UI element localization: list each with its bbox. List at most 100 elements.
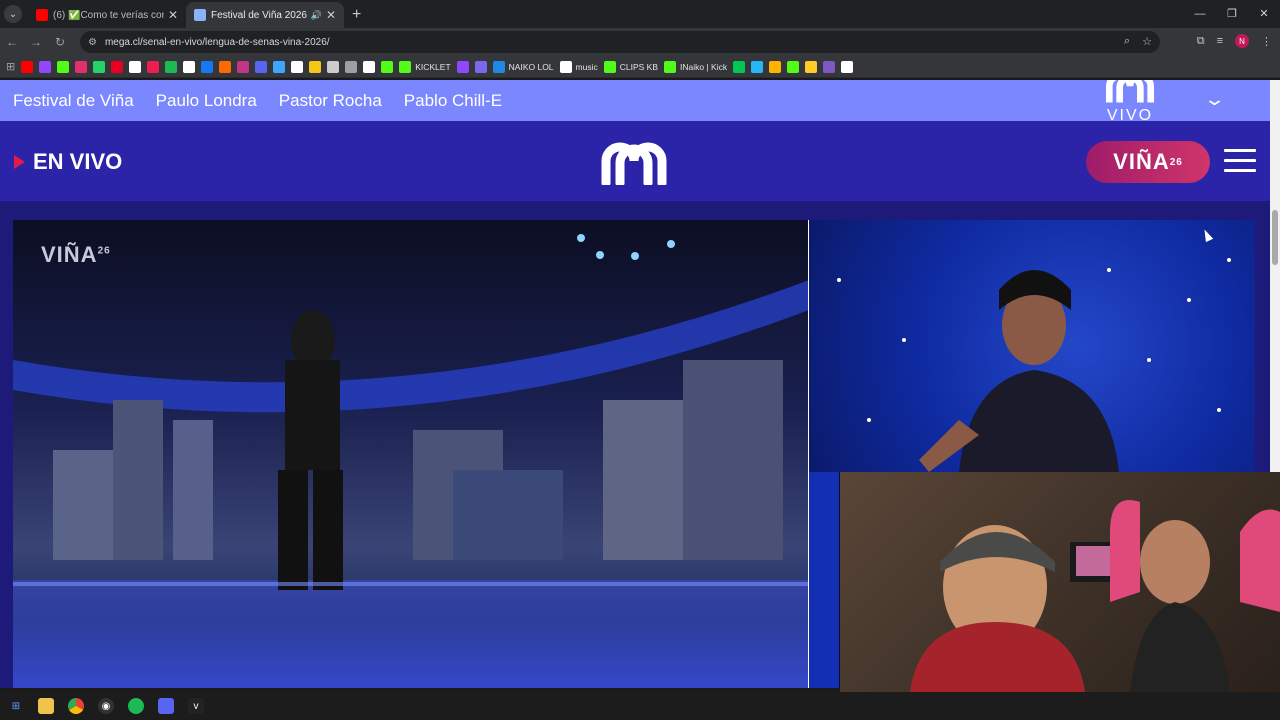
bookmark-item[interactable] bbox=[769, 60, 782, 73]
obs-icon[interactable]: ◉ bbox=[98, 698, 114, 714]
nav-link-paulo-londra[interactable]: Paulo Londra bbox=[156, 91, 257, 111]
concert-stage-image bbox=[13, 234, 808, 688]
bookmark-item[interactable] bbox=[57, 60, 70, 73]
nav-link-festival-vina[interactable]: Festival de Viña bbox=[13, 91, 134, 111]
tab-close-icon[interactable]: ✕ bbox=[326, 8, 336, 22]
tab-close-icon[interactable]: ✕ bbox=[168, 8, 178, 22]
close-window-icon[interactable]: ✕ bbox=[1248, 0, 1280, 28]
bookmark-item[interactable]: NAIKO LOL bbox=[492, 60, 554, 73]
mega-logo-icon[interactable] bbox=[600, 139, 668, 185]
bookmark-item[interactable] bbox=[183, 60, 196, 73]
bookmark-item[interactable] bbox=[309, 60, 322, 73]
apps-grid-icon[interactable]: ⊞ bbox=[6, 60, 15, 73]
bookmark-item[interactable] bbox=[474, 60, 487, 73]
bookmark-item[interactable] bbox=[255, 60, 268, 73]
zoom-icon[interactable]: ⌕ bbox=[1124, 35, 1130, 48]
back-icon[interactable]: ← bbox=[0, 35, 24, 49]
vina26-badge[interactable]: VIÑA 26 bbox=[1086, 141, 1210, 183]
bookmark-item[interactable] bbox=[21, 60, 34, 73]
bookmark-item[interactable] bbox=[733, 60, 746, 73]
bookmark-item[interactable] bbox=[787, 60, 800, 73]
bookmark-item[interactable] bbox=[165, 60, 178, 73]
bookmark-star-icon[interactable]: ☆ bbox=[1142, 35, 1152, 48]
bookmark-item[interactable] bbox=[273, 60, 286, 73]
bookmark-favicon-icon bbox=[273, 60, 286, 73]
bookmark-item[interactable] bbox=[381, 60, 394, 73]
interpreter-image bbox=[837, 258, 1231, 472]
bookmark-favicon-icon bbox=[327, 60, 340, 73]
kebab-menu-icon[interactable]: ⋮ bbox=[1261, 35, 1272, 48]
windows-start-icon[interactable]: ⊞ bbox=[8, 698, 24, 714]
scroll-thumb[interactable] bbox=[1272, 210, 1278, 265]
site-header: EN VIVO VIÑA 26 bbox=[0, 121, 1270, 201]
nav-link-pastor-rocha[interactable]: Pastor Rocha bbox=[279, 91, 382, 111]
webcam-overlay bbox=[840, 472, 1280, 692]
spotify-icon[interactable] bbox=[128, 698, 144, 714]
url-text[interactable]: mega.cl/senal-en-vivo/lengua-de-senas-vi… bbox=[105, 37, 330, 48]
forward-icon[interactable]: → bbox=[24, 35, 48, 49]
tab-search-icon[interactable]: ⌄ bbox=[4, 5, 22, 23]
minimize-icon[interactable]: — bbox=[1184, 0, 1216, 28]
chrome-icon[interactable] bbox=[68, 698, 84, 714]
site-info-icon[interactable]: ⚙ bbox=[88, 37, 97, 48]
profile-avatar[interactable]: N bbox=[1235, 34, 1249, 48]
bookmark-item[interactable] bbox=[219, 60, 232, 73]
bookmark-item[interactable] bbox=[751, 60, 764, 73]
bookmark-item[interactable] bbox=[363, 60, 376, 73]
bookmark-favicon-icon bbox=[841, 60, 854, 73]
bookmark-item[interactable] bbox=[841, 60, 854, 73]
bookmark-favicon-icon bbox=[309, 60, 322, 73]
bookmark-item[interactable] bbox=[291, 60, 304, 73]
bookmark-favicon-icon bbox=[456, 60, 469, 73]
bookmark-item[interactable] bbox=[237, 60, 250, 73]
extensions-icon[interactable]: ⧉ bbox=[1197, 35, 1205, 48]
bookmark-item[interactable]: music bbox=[559, 60, 598, 73]
vina-watermark-text: VIÑA bbox=[41, 242, 98, 267]
bookmark-item[interactable] bbox=[129, 60, 142, 73]
bookmark-favicon-icon bbox=[165, 60, 178, 73]
live-indicator[interactable]: EN VIVO bbox=[14, 149, 122, 175]
bookmark-favicon-icon bbox=[39, 60, 52, 73]
address-bar[interactable]: ⚙ mega.cl/senal-en-vivo/lengua-de-senas-… bbox=[80, 31, 1160, 53]
hamburger-menu-icon[interactable] bbox=[1224, 149, 1256, 179]
vivo-label: VIVO bbox=[1106, 107, 1154, 124]
restore-icon[interactable]: ❐ bbox=[1216, 0, 1248, 28]
file-explorer-icon[interactable] bbox=[38, 698, 54, 714]
bookmark-item[interactable]: CLIPS KB bbox=[603, 60, 658, 73]
bookmark-favicon-icon bbox=[75, 60, 88, 73]
bookmark-item[interactable] bbox=[75, 60, 88, 73]
bookmark-item[interactable] bbox=[93, 60, 106, 73]
bookmark-item[interactable] bbox=[39, 60, 52, 73]
bookmark-item[interactable] bbox=[111, 60, 124, 73]
bookmark-item[interactable]: INaiko | Kick bbox=[664, 60, 727, 73]
media-control-icon[interactable]: ≡ bbox=[1217, 35, 1223, 47]
bookmark-item[interactable] bbox=[456, 60, 469, 73]
plus-icon[interactable]: + bbox=[352, 6, 361, 24]
bookmark-item[interactable] bbox=[805, 60, 818, 73]
stage-video: VIÑA26 bbox=[13, 220, 809, 688]
discord-icon[interactable] bbox=[158, 698, 174, 714]
browser-tab-1[interactable]: (6) ✅Como te verías con 10 v ✕ bbox=[28, 2, 186, 28]
bookmark-favicon-icon bbox=[492, 60, 505, 73]
nav-link-pablo-chill-e[interactable]: Pablo Chill-E bbox=[404, 91, 502, 111]
bookmark-item[interactable] bbox=[345, 60, 358, 73]
bookmark-item[interactable] bbox=[147, 60, 160, 73]
bookmark-item[interactable] bbox=[823, 60, 836, 73]
reload-icon[interactable]: ↻ bbox=[48, 35, 72, 49]
bookmark-favicon-icon bbox=[255, 60, 268, 73]
bookmark-item[interactable]: KICKLET bbox=[399, 60, 451, 73]
bookmark-label: music bbox=[575, 61, 598, 72]
bookmark-favicon-icon bbox=[751, 60, 764, 73]
bookmark-favicon-icon bbox=[129, 60, 142, 73]
bookmark-favicon-icon bbox=[823, 60, 836, 73]
mega-vivo-bug: VIVO bbox=[1096, 80, 1164, 125]
browser-tab-2[interactable]: Festival de Viña 2026 en vi 🔊 ✕ bbox=[186, 2, 344, 28]
bookmark-item[interactable] bbox=[201, 60, 214, 73]
tab-audio-icon[interactable]: 🔊 bbox=[311, 10, 322, 21]
bookmark-favicon-icon bbox=[147, 60, 160, 73]
bookmarks-bar: ⊞ KICKLET NAIKO LOL music CLIPS KB INaiko | … bbox=[0, 56, 1280, 78]
bookmark-item[interactable] bbox=[327, 60, 340, 73]
chevron-down-icon[interactable]: ⌄ bbox=[1203, 89, 1226, 110]
bookmark-favicon-icon bbox=[291, 60, 304, 73]
vegas-icon[interactable]: v bbox=[188, 698, 204, 714]
